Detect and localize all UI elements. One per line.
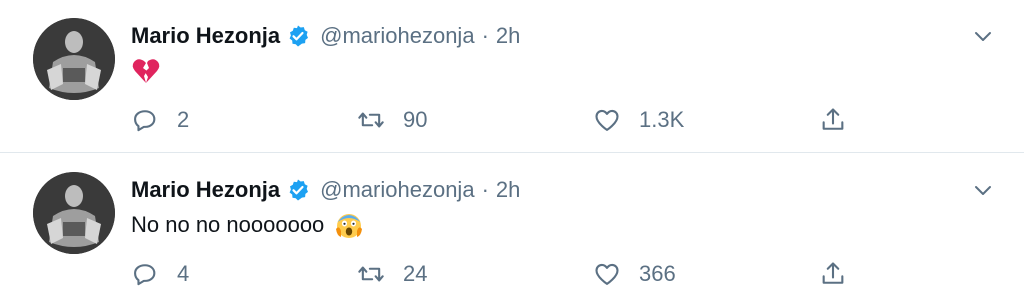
heart-icon xyxy=(595,263,619,285)
tweet-content: No no no nooooooo xyxy=(131,210,364,240)
avatar[interactable] xyxy=(33,18,115,100)
separator-dot: · xyxy=(481,177,489,202)
tweet-actions: 4 24 366 xyxy=(131,256,871,292)
reply-button[interactable]: 2 xyxy=(131,102,189,138)
chevron-down-icon[interactable] xyxy=(972,25,994,47)
share-button[interactable] xyxy=(819,102,847,138)
reply-count: 4 xyxy=(177,261,190,286)
chevron-down-icon[interactable] xyxy=(972,179,994,201)
like-button[interactable]: 1.3K xyxy=(593,102,684,138)
reply-icon xyxy=(134,110,156,132)
tweet-text: No no no nooooooo xyxy=(131,212,325,237)
tweet[interactable]: Mario Hezonja @mariohezonja · 2h No no n… xyxy=(0,154,1024,304)
avatar[interactable] xyxy=(33,172,115,254)
timestamp[interactable]: 2h xyxy=(496,177,520,203)
verified-badge-icon xyxy=(286,24,310,48)
verified-badge-icon xyxy=(286,178,310,202)
broken-heart-emoji xyxy=(131,56,161,86)
screaming-face-emoji xyxy=(334,210,364,240)
retweet-count: 24 xyxy=(403,261,428,286)
author-name[interactable]: Mario Hezonja xyxy=(131,23,280,49)
retweet-icon xyxy=(358,112,384,128)
author-name[interactable]: Mario Hezonja xyxy=(131,177,280,203)
like-count: 366 xyxy=(639,261,676,286)
retweet-count: 90 xyxy=(403,107,428,132)
tweet-content xyxy=(131,56,161,86)
tweet-header: Mario Hezonja @mariohezonja · 2h xyxy=(131,175,520,205)
tweet-actions: 2 90 1.3K xyxy=(131,102,871,138)
reply-button[interactable]: 4 xyxy=(131,256,189,292)
retweet-button[interactable]: 24 xyxy=(357,256,427,292)
author-handle[interactable]: @mariohezonja xyxy=(320,177,474,203)
separator-dot: · xyxy=(481,23,489,48)
reply-icon xyxy=(134,264,156,286)
share-icon xyxy=(822,262,844,284)
reply-count: 2 xyxy=(177,107,190,132)
tweet-feed: Mario Hezonja @mariohezonja · 2h 2 90 1.… xyxy=(0,0,1024,302)
retweet-button[interactable]: 90 xyxy=(357,102,427,138)
heart-icon xyxy=(595,109,619,131)
like-count: 1.3K xyxy=(639,107,685,132)
share-button[interactable] xyxy=(819,256,847,292)
retweet-icon xyxy=(358,266,384,282)
like-button[interactable]: 366 xyxy=(593,256,676,292)
tweet[interactable]: Mario Hezonja @mariohezonja · 2h 2 90 1.… xyxy=(0,0,1024,150)
timestamp[interactable]: 2h xyxy=(496,23,520,49)
share-icon xyxy=(822,108,844,130)
author-handle[interactable]: @mariohezonja xyxy=(320,23,474,49)
tweet-header: Mario Hezonja @mariohezonja · 2h xyxy=(131,21,520,51)
divider xyxy=(0,152,1024,153)
